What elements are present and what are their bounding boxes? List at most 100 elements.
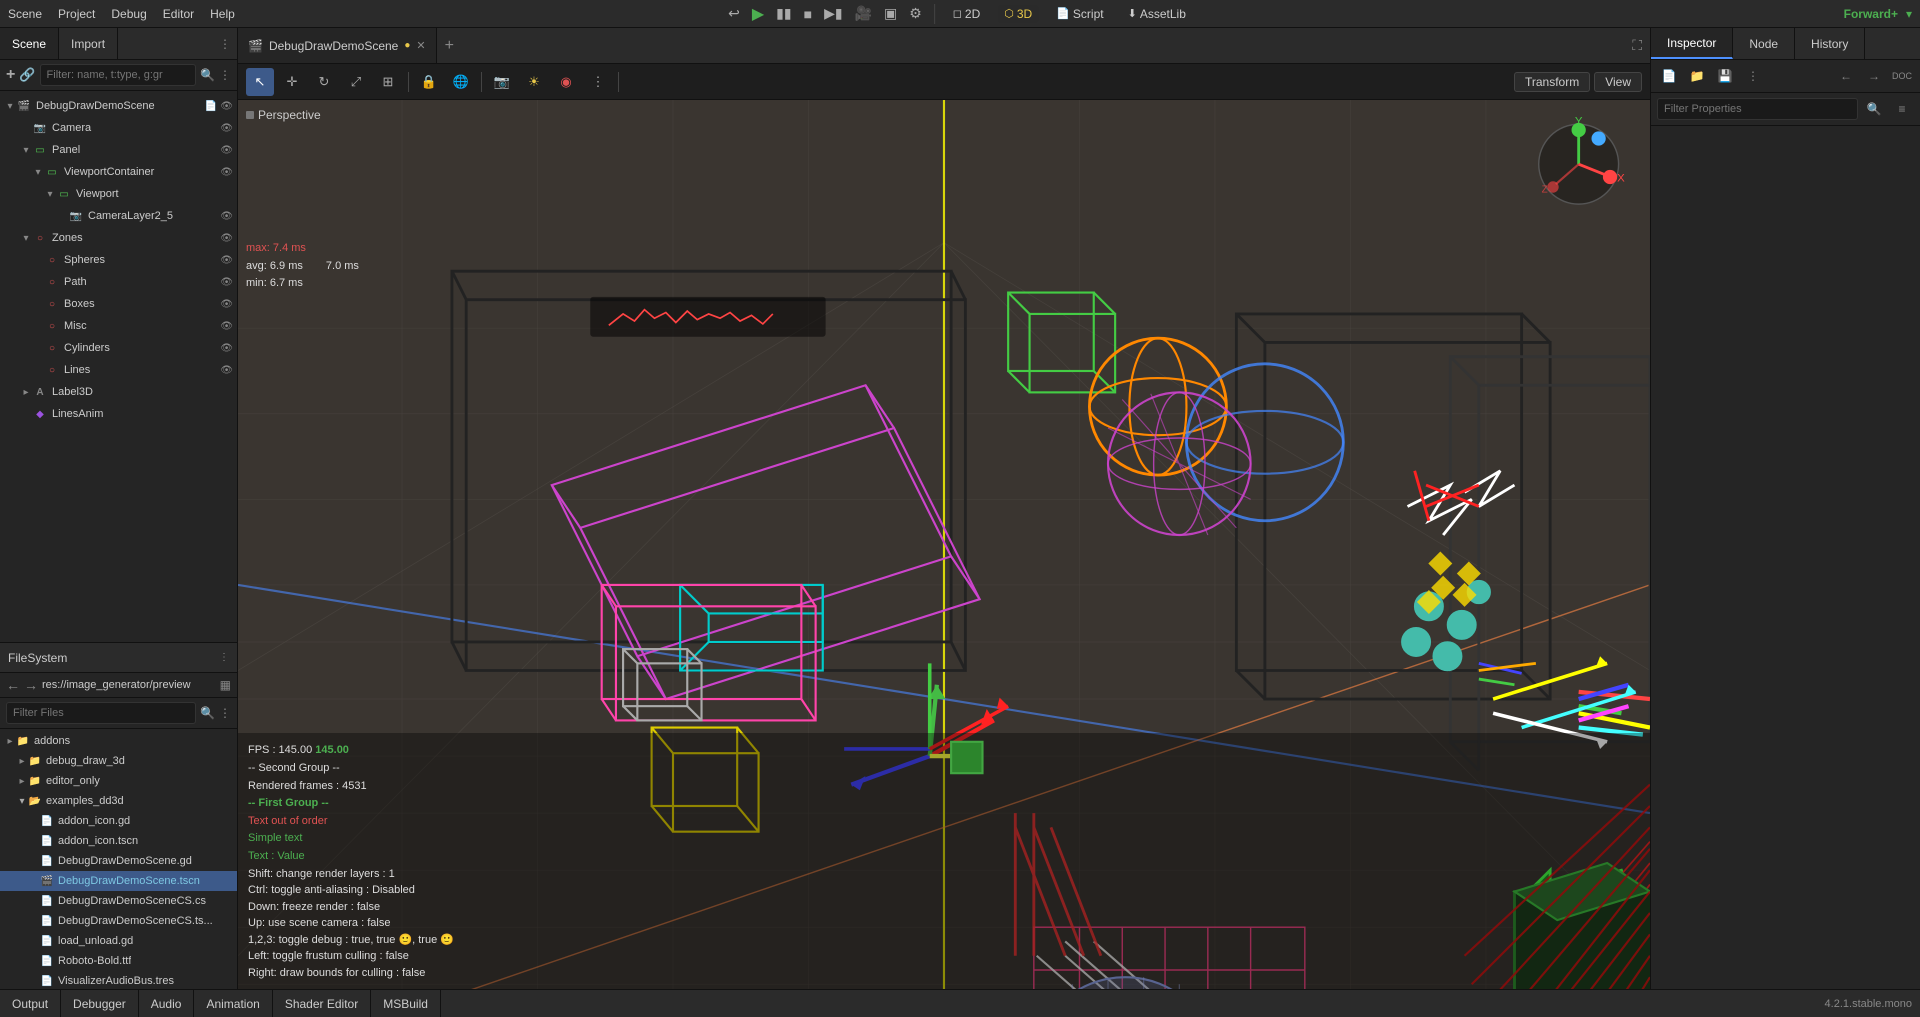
tool-sun2[interactable]: ◉ <box>552 68 580 96</box>
fs-item-loadunload[interactable]: ▸ 📄 load_unload.gd <box>0 931 237 951</box>
inspector-back-button[interactable]: ← <box>1834 64 1858 88</box>
tool-snap[interactable]: 🔒 <box>415 68 443 96</box>
settings-button[interactable]: ⚙ <box>909 5 922 22</box>
tree-eye-3[interactable]: 👁 <box>220 167 233 178</box>
fs-item-addonicont[interactable]: ▸ 📄 addon_icon.tscn <box>0 831 237 851</box>
tree-item-boxes[interactable]: ▸ ○ Boxes 👁 <box>0 293 237 315</box>
tree-eye-6[interactable]: 👁 <box>220 233 233 244</box>
filter-options-icon[interactable]: ≡ <box>1890 97 1914 121</box>
tree-item-label3d[interactable]: ▸ A Label3D <box>0 381 237 403</box>
tree-eye-8[interactable]: 👁 <box>220 277 233 288</box>
transform-button[interactable]: Transform <box>1514 72 1590 92</box>
bottom-tab-debugger[interactable]: Debugger <box>61 990 139 1017</box>
tab-add-button[interactable]: + <box>437 37 462 55</box>
tree-item-misc[interactable]: ▸ ○ Misc 👁 <box>0 315 237 337</box>
pause-button[interactable]: ▮▮ <box>776 5 791 22</box>
viewport-maximize[interactable]: ⛶ <box>1624 37 1650 54</box>
tree-item-camera[interactable]: ▸ 📷 Camera 👁 <box>0 117 237 139</box>
inspector-folder-icon[interactable]: 📁 <box>1685 64 1709 88</box>
tree-item-debugdrawdemoscene[interactable]: ▾ 🎬 DebugDrawDemoScene 📄 👁 <box>0 95 237 117</box>
tree-item-viewportcontainer[interactable]: ▾ ▭ ViewportContainer 👁 <box>0 161 237 183</box>
tool-rotate[interactable]: ↻ <box>310 68 338 96</box>
view-button[interactable]: View <box>1594 72 1642 92</box>
tab-node[interactable]: Node <box>1733 28 1795 59</box>
inspector-forward-button[interactable]: → <box>1862 64 1886 88</box>
layout-button[interactable]: ▣ <box>884 5 897 22</box>
bottom-tab-animation[interactable]: Animation <box>194 990 272 1017</box>
scene-filter-input[interactable] <box>40 64 197 86</box>
tree-item-panel[interactable]: ▾ ▭ Panel 👁 <box>0 139 237 161</box>
tool-move[interactable]: ✛ <box>278 68 306 96</box>
fs-item-examplesdd3d[interactable]: ▾ 📂 examples_dd3d <box>0 791 237 811</box>
add-node-button[interactable]: + <box>6 66 15 84</box>
tree-eye-0[interactable]: 👁 <box>220 101 233 112</box>
fs-forward-button[interactable]: → <box>24 677 38 693</box>
filter-search-icon[interactable]: 🔍 <box>1862 97 1886 121</box>
tree-item-zones[interactable]: ▾ ○ Zones 👁 <box>0 227 237 249</box>
step-button[interactable]: ▶▮ <box>824 5 842 22</box>
tool-local[interactable]: 🌐 <box>447 68 475 96</box>
maximize-icon[interactable]: ⛶ <box>1632 37 1642 54</box>
menu-project[interactable]: Project <box>58 7 95 21</box>
inspector-save-icon[interactable]: 💾 <box>1713 64 1737 88</box>
tree-eye-11[interactable]: 👁 <box>220 343 233 354</box>
tab-inspector[interactable]: Inspector <box>1651 28 1733 59</box>
tree-item-cylinders[interactable]: ▸ ○ Cylinders 👁 <box>0 337 237 359</box>
bottom-tab-shader[interactable]: Shader Editor <box>273 990 371 1017</box>
tree-eye-2[interactable]: 👁 <box>220 145 233 156</box>
tree-eye-1[interactable]: 👁 <box>220 123 233 134</box>
fs-filter-input[interactable] <box>6 702 196 724</box>
tree-item-cameralayer[interactable]: ▸ 📷 CameraLayer2_5 👁 <box>0 205 237 227</box>
fs-item-addonicongd[interactable]: ▸ 📄 addon_icon.gd <box>0 811 237 831</box>
tree-eye-9[interactable]: 👁 <box>220 299 233 310</box>
back-button[interactable]: ↩ <box>728 5 740 22</box>
btn-assetlib[interactable]: ⬇ AssetLib <box>1122 5 1192 23</box>
fs-item-addons[interactable]: ▸ 📁 addons <box>0 731 237 751</box>
tab-close-button[interactable]: ✕ <box>416 39 425 52</box>
fs-options-icon[interactable]: ⋮ <box>219 706 231 720</box>
tool-transform[interactable]: ⊞ <box>374 68 402 96</box>
scene-tab-debugdraw[interactable]: 🎬 DebugDrawDemoScene ● ✕ <box>238 28 437 63</box>
btn-2d[interactable]: ◻ 2D <box>947 5 986 23</box>
tool-sun[interactable]: ☀ <box>520 68 548 96</box>
fs-item-roboto[interactable]: ▸ 📄 Roboto-Bold.ttf <box>0 951 237 971</box>
tree-item-lines[interactable]: ▸ ○ Lines 👁 <box>0 359 237 381</box>
tree-item-linesanim[interactable]: ▸ ◆ LinesAnim <box>0 403 237 425</box>
filesystem-toggle[interactable]: ⋮ <box>219 652 229 663</box>
tool-camera[interactable]: 📷 <box>488 68 516 96</box>
stop-button[interactable]: ■ <box>804 6 812 22</box>
tree-eye-12[interactable]: 👁 <box>220 365 233 376</box>
fs-item-editoronly[interactable]: ▸ 📁 editor_only <box>0 771 237 791</box>
tree-eye-5[interactable]: 👁 <box>220 211 233 222</box>
menu-debug[interactable]: Debug <box>111 7 146 21</box>
bottom-tab-msbuild[interactable]: MSBuild <box>371 990 441 1017</box>
tab-history[interactable]: History <box>1795 28 1865 59</box>
tree-eye-10[interactable]: 👁 <box>220 321 233 332</box>
tab-import[interactable]: Import <box>59 28 118 59</box>
tree-item-viewport[interactable]: ▾ ▭ Viewport <box>0 183 237 205</box>
fs-item-dddsgd[interactable]: ▸ 📄 DebugDrawDemoScene.gd <box>0 851 237 871</box>
bottom-tab-output[interactable]: Output <box>0 990 61 1017</box>
tool-scale[interactable]: ⤢ <box>342 68 370 96</box>
forward-dropdown[interactable]: ▾ <box>1906 7 1912 21</box>
viewport-3d[interactable]: Y X Z Perspective <box>238 100 1650 989</box>
search-icon[interactable]: 🔍 <box>200 68 215 82</box>
menu-scene[interactable]: Scene <box>8 7 42 21</box>
fs-search-icon[interactable]: 🔍 <box>200 706 215 720</box>
inspector-more-icon[interactable]: ⋮ <box>1741 64 1765 88</box>
play-button[interactable]: ▶ <box>752 4 764 24</box>
inspector-kebab[interactable]: DOC <box>1890 64 1914 88</box>
filesystem-header[interactable]: FileSystem ⋮ <box>0 643 237 673</box>
tree-item-path[interactable]: ▸ ○ Path 👁 <box>0 271 237 293</box>
menu-help[interactable]: Help <box>210 7 235 21</box>
tree-script-icon-0[interactable]: 📄 <box>205 101 217 112</box>
tab-scene[interactable]: Scene <box>0 28 59 59</box>
fs-item-dddst[interactable]: ▸ 🎬 DebugDrawDemoScene.tscn <box>0 871 237 891</box>
tree-item-spheres[interactable]: ▸ ○ Spheres 👁 <box>0 249 237 271</box>
fs-item-debugdraw3d[interactable]: ▸ 📁 debug_draw_3d <box>0 751 237 771</box>
fs-back-button[interactable]: ← <box>6 677 20 693</box>
inspector-file-icon[interactable]: 📄 <box>1657 64 1681 88</box>
fs-grid-view-button[interactable]: ▦ <box>220 678 231 692</box>
tool-more[interactable]: ⋮ <box>584 68 612 96</box>
fs-item-dddscs[interactable]: ▸ 📄 DebugDrawDemoSceneCS.cs <box>0 891 237 911</box>
